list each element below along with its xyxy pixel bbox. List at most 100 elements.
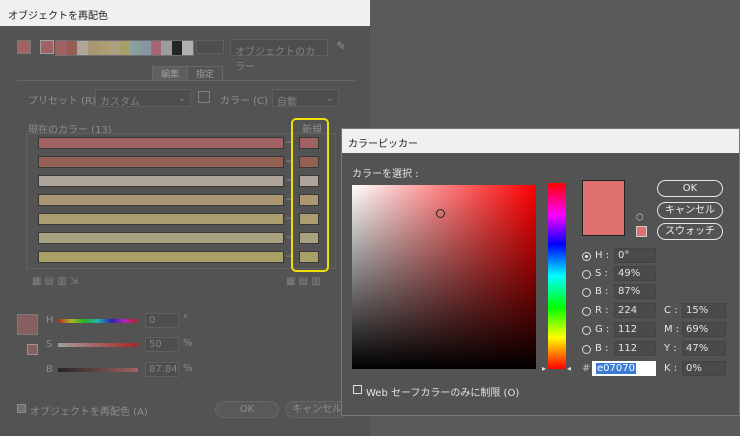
tab-assign[interactable]: 指定 (187, 66, 223, 81)
h-slider[interactable] (58, 319, 138, 323)
new-row-icons[interactable]: ▦ ▤ ▥ (286, 276, 321, 287)
colors-value: 自動 (277, 97, 297, 108)
picker-titlebar: カラーピッカー (342, 129, 739, 153)
strip-swatch (150, 41, 162, 55)
tab-edit[interactable]: 編集 (152, 66, 188, 81)
h-field[interactable]: 0° (614, 248, 656, 263)
strip-swatch (140, 41, 151, 55)
color-row[interactable]: → (30, 193, 326, 209)
s-unit: % (183, 338, 193, 349)
k-field-label: K : (664, 363, 678, 374)
preset-options-icon[interactable] (198, 91, 210, 103)
s-field[interactable]: 49% (614, 266, 656, 281)
g-radio[interactable] (582, 326, 591, 335)
r-field[interactable]: 224 (614, 303, 656, 318)
gamut-swatch[interactable] (636, 226, 647, 237)
hue-slider[interactable] (548, 183, 566, 369)
s-slider[interactable] (58, 343, 138, 347)
current-color-bar[interactable] (38, 137, 284, 149)
preset-value: カスタム (100, 97, 140, 108)
active-color-swatch[interactable] (17, 314, 38, 335)
h-radio[interactable] (582, 252, 591, 261)
hue-left-arrow-icon[interactable]: ▸ (542, 364, 546, 373)
k-field[interactable]: 0% (682, 361, 726, 376)
preset-label: プリセット (R) : (28, 96, 103, 107)
recolor-checkbox-label: オブジェクトを再配色 (A) (30, 407, 148, 418)
h-value[interactable]: 0 (145, 313, 179, 328)
color-row-icons[interactable]: ▦ ▤ ▥ ⇲ (32, 276, 78, 287)
y-field[interactable]: 47% (682, 341, 726, 356)
blue-field[interactable]: 112 (614, 341, 656, 356)
r-field-label: R : (595, 305, 609, 316)
g-field[interactable]: 112 (614, 322, 656, 337)
strip-swatch (119, 41, 130, 55)
color-preview (582, 180, 625, 236)
recolor-cancel-button[interactable]: キャンセル (285, 401, 349, 418)
color-row[interactable]: → (30, 155, 326, 171)
b-unit: % (183, 363, 193, 374)
picker-ok-button[interactable]: OK (657, 180, 723, 197)
small-color-swatch[interactable] (27, 344, 38, 355)
preset-dropdown[interactable]: カスタム ⌄ (95, 89, 191, 108)
new-colors-highlight (291, 118, 329, 272)
active-swatch[interactable] (17, 40, 31, 54)
swatches-button[interactable]: スウォッチ (657, 223, 723, 240)
s-radio[interactable] (582, 270, 591, 279)
color-group-strip[interactable] (55, 40, 194, 56)
strip-swatch (56, 41, 67, 55)
websafe-label: Web セーフカラーのみに制限 (O) (366, 388, 520, 399)
hue-right-arrow-icon[interactable]: ◂ (567, 364, 571, 373)
m-field[interactable]: 69% (682, 322, 726, 337)
color-row[interactable]: → (30, 250, 326, 266)
b-slider[interactable] (58, 368, 138, 372)
recolor-ok-button[interactable]: OK (215, 401, 279, 418)
color-row[interactable]: → (30, 136, 326, 152)
color-field[interactable] (352, 185, 536, 369)
r-radio[interactable] (582, 307, 591, 316)
current-color-bar[interactable] (38, 156, 284, 168)
current-color-bar[interactable] (38, 175, 284, 187)
strip-swatch (182, 41, 193, 55)
color-row[interactable]: → (30, 174, 326, 190)
blue-radio[interactable] (582, 345, 591, 354)
b-field[interactable]: 87% (614, 284, 656, 299)
color-row[interactable]: → (30, 231, 326, 247)
h-unit: ° (183, 314, 188, 325)
color-picker-dialog: カラーピッカー カラーを選択 : ▸ ◂ ⬡ OK キャンセル スウォッチ H … (341, 128, 740, 416)
colors-label: カラー (C) : (220, 96, 275, 107)
gamut-cube-icon[interactable]: ⬡ (636, 213, 644, 223)
strip-swatch (108, 41, 120, 55)
field-cursor[interactable] (436, 209, 445, 218)
recolor-checkbox[interactable] (17, 404, 26, 413)
colors-dropdown[interactable]: 自動 ⌄ (272, 89, 339, 108)
current-color-bar[interactable] (38, 213, 284, 225)
current-color-bar[interactable] (38, 232, 284, 244)
hex-label: # (582, 363, 591, 374)
select-color-label: カラーを選択 : (352, 169, 419, 180)
color-group-name-field[interactable]: オブジェクトのカラー (230, 39, 328, 73)
strip-swatch (66, 41, 78, 55)
current-color-bar[interactable] (38, 194, 284, 206)
m-field-label: M : (664, 324, 680, 335)
s-label: S (46, 339, 53, 350)
recolor-title: オブジェクトを再配色 (8, 11, 108, 22)
strip-swatch (77, 41, 88, 55)
picker-cancel-button[interactable]: キャンセル (657, 202, 723, 219)
c-field[interactable]: 15% (682, 303, 726, 318)
group-swatch[interactable] (40, 40, 54, 54)
strip-swatch (87, 41, 99, 55)
eyedropper-icon[interactable]: ✎ (336, 39, 346, 53)
b-radio[interactable] (582, 288, 591, 297)
websafe-checkbox[interactable] (353, 385, 362, 394)
current-color-bar[interactable] (38, 251, 284, 263)
c-field-label: C : (664, 305, 678, 316)
color-row[interactable]: → (30, 212, 326, 228)
blue-field-label: B : (595, 343, 609, 354)
strip-swatch (129, 41, 141, 55)
s-value[interactable]: 50 (145, 337, 179, 352)
hex-field[interactable]: e07070 (592, 361, 656, 376)
b-value[interactable]: 87.84 (145, 362, 179, 377)
color-group-dropdown[interactable] (196, 40, 224, 54)
chevron-down-icon: ⌄ (177, 93, 186, 104)
s-field-label: S : (595, 268, 608, 279)
